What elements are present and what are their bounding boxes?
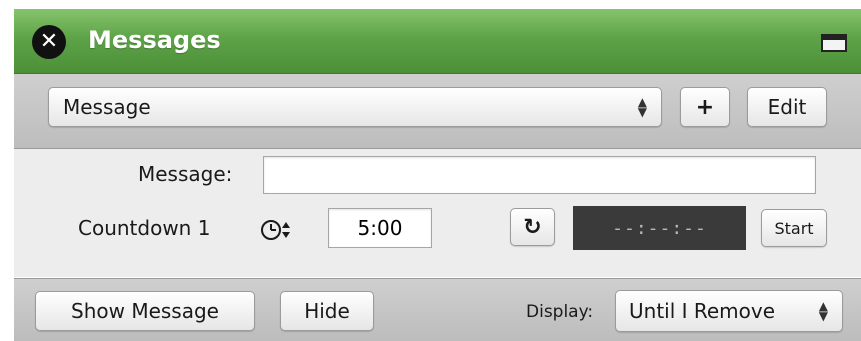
display-label: Display: (526, 302, 594, 322)
window-icon[interactable] (821, 34, 847, 52)
messages-panel: ✕ Messages Message ▲ ▼ + Edit Message: Co… (14, 0, 861, 341)
message-input[interactable] (263, 156, 816, 194)
reset-icon: ↻ (523, 214, 542, 240)
chevron-updown-icon: ▲ ▼ (637, 95, 647, 119)
countdown-label: Countdown 1 (78, 216, 211, 240)
hide-button-label: Hide (304, 299, 350, 323)
message-select[interactable]: Message ▲ ▼ (48, 87, 662, 127)
edit-button-label: Edit (767, 95, 807, 119)
title-bar: ✕ Messages (14, 9, 861, 74)
display-select-label: Until I Remove (629, 299, 776, 323)
add-button[interactable]: + (680, 87, 730, 127)
clock-icon[interactable] (260, 218, 294, 240)
close-icon[interactable]: ✕ (32, 25, 66, 59)
toolbar: Message ▲ ▼ + Edit (14, 74, 861, 149)
start-button[interactable]: Start (761, 209, 827, 247)
bottom-bar: Show Message Hide Display: Until I Remov… (14, 278, 861, 341)
message-label: Message: (138, 162, 233, 186)
content-area: Message: Countdown 1 ↻ --:--:-- Start (14, 149, 861, 277)
reset-button[interactable]: ↻ (510, 208, 555, 246)
show-message-label: Show Message (71, 299, 219, 323)
countdown-input[interactable] (328, 208, 432, 248)
chevron-updown-icon: ▲ ▼ (818, 299, 828, 323)
hide-button[interactable]: Hide (280, 291, 374, 331)
panel-title: Messages (88, 26, 221, 54)
edit-button[interactable]: Edit (747, 87, 827, 127)
add-button-label: + (695, 94, 715, 120)
display-select[interactable]: Until I Remove ▲ ▼ (615, 290, 843, 332)
show-message-button[interactable]: Show Message (35, 291, 255, 331)
start-button-label: Start (774, 218, 814, 238)
timer-display: --:--:-- (573, 206, 746, 250)
message-select-label: Message (63, 95, 151, 119)
